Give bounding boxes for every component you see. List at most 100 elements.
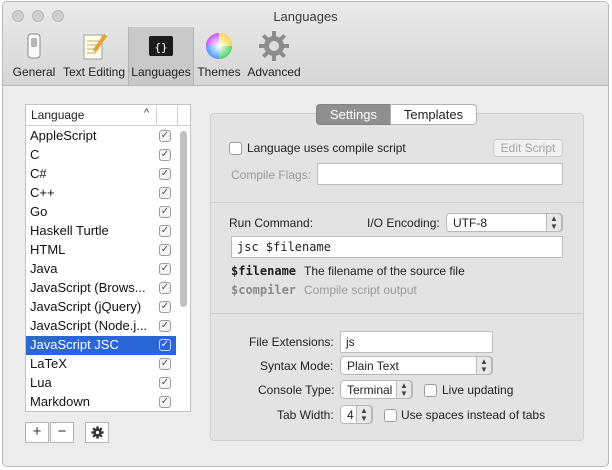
- tab-settings[interactable]: Settings: [316, 104, 391, 125]
- io-encoding-popup[interactable]: UTF-8 ▲ ▼: [446, 213, 563, 232]
- language-list[interactable]: Language ^ AppleScript ✓ C ✓ C# ✓ C++ ✓ Go ✓ Haske…: [25, 104, 191, 412]
- file-extensions-label: File Extensions:: [249, 335, 334, 349]
- braces-icon: {}: [149, 36, 173, 56]
- enabled-checkbox[interactable]: ✓: [159, 149, 171, 161]
- toolbar-text-editing[interactable]: Text Editing: [60, 27, 128, 85]
- syntax-mode-popup[interactable]: Plain Text ▲ ▼: [340, 356, 493, 375]
- filename-description: The filename of the source file: [304, 264, 465, 278]
- edit-script-button[interactable]: Edit Script: [493, 139, 563, 157]
- list-item[interactable]: C# ✓: [26, 165, 176, 184]
- list-item[interactable]: Haskell Turtle ✓: [26, 222, 176, 241]
- enabled-checkbox[interactable]: ✓: [159, 130, 171, 142]
- toolbar-general[interactable]: General: [9, 27, 59, 85]
- updown-arrows-icon: ▲ ▼: [476, 356, 492, 375]
- gear-icon: [259, 31, 289, 61]
- list-item[interactable]: Go ✓: [26, 203, 176, 222]
- updown-arrows-icon: ▲ ▼: [396, 380, 412, 399]
- toolbar-themes-label: Themes: [197, 65, 241, 79]
- enabled-checkbox[interactable]: ✓: [159, 282, 171, 294]
- language-name: Haskell Turtle: [30, 223, 109, 238]
- syntax-mode-value: Plain Text: [347, 359, 399, 373]
- language-name: HTML: [30, 242, 66, 257]
- language-name: Lua: [30, 375, 52, 390]
- enabled-checkbox[interactable]: ✓: [159, 358, 171, 370]
- list-item[interactable]: C++ ✓: [26, 184, 176, 203]
- list-item[interactable]: Markdown ✓: [26, 393, 176, 412]
- language-name: JavaScript JSC: [30, 337, 119, 352]
- section-divider: [210, 202, 584, 203]
- toolbar-languages-label: Languages: [131, 65, 191, 79]
- enabled-checkbox[interactable]: ✓: [159, 244, 171, 256]
- preferences-window: Languages General Text Editing {} Langua…: [2, 1, 609, 467]
- toolbar-text-editing-label: Text Editing: [62, 65, 126, 79]
- live-updating-checkbox[interactable]: [424, 384, 437, 397]
- list-item[interactable]: HTML ✓: [26, 241, 176, 260]
- list-item[interactable]: C ✓: [26, 146, 176, 165]
- list-item[interactable]: JavaScript (Node.j... ✓: [26, 317, 176, 336]
- svg-text:{}: {}: [154, 41, 167, 54]
- column-divider: [177, 105, 178, 126]
- toolbar-themes[interactable]: Themes: [195, 27, 243, 85]
- list-item[interactable]: JavaScript (Brows... ✓: [26, 279, 176, 298]
- updown-arrows-icon: ▲ ▼: [546, 213, 562, 232]
- tab-templates[interactable]: Templates: [390, 104, 477, 125]
- tab-width-stepper[interactable]: 4 ▲ ▼: [340, 405, 373, 424]
- language-name: JavaScript (jQuery): [30, 299, 142, 314]
- enabled-checkbox[interactable]: ✓: [159, 377, 171, 389]
- list-item[interactable]: Lua ✓: [26, 374, 176, 393]
- language-name: JavaScript (Brows...: [30, 280, 146, 295]
- window-title: Languages: [273, 9, 338, 24]
- enabled-checkbox[interactable]: ✓: [159, 263, 171, 275]
- language-name: AppleScript: [30, 128, 97, 143]
- run-command-field[interactable]: jsc $filename: [231, 236, 563, 258]
- enabled-checkbox[interactable]: ✓: [159, 225, 171, 237]
- io-encoding-value: UTF-8: [453, 216, 487, 230]
- compile-flags-field[interactable]: [317, 163, 563, 185]
- list-item[interactable]: LaTeX ✓: [26, 355, 176, 374]
- color-wheel-icon: [206, 33, 232, 59]
- toolbar-advanced[interactable]: Advanced: [245, 27, 303, 85]
- console-type-popup[interactable]: Terminal ▲ ▼: [340, 380, 413, 399]
- switch-icon: [27, 33, 41, 59]
- enabled-checkbox[interactable]: ✓: [159, 187, 171, 199]
- remove-language-button[interactable]: −: [50, 422, 74, 443]
- enabled-checkbox[interactable]: ✓: [159, 339, 171, 351]
- enabled-checkbox[interactable]: ✓: [159, 320, 171, 332]
- toolbar-general-label: General: [12, 65, 56, 79]
- language-actions-button[interactable]: [85, 422, 109, 443]
- toolbar-languages[interactable]: {} Languages: [128, 27, 194, 85]
- tab-width-value: 4: [347, 408, 354, 422]
- use-spaces-label: Use spaces instead of tabs: [401, 408, 546, 422]
- list-header: Language ^: [26, 105, 190, 126]
- titlebar: Languages General Text Editing {} Langua…: [3, 2, 608, 86]
- list-item[interactable]: JavaScript JSC ✓: [26, 336, 176, 355]
- language-column-header[interactable]: Language: [31, 108, 84, 122]
- enabled-checkbox[interactable]: ✓: [159, 168, 171, 180]
- language-name: C#: [30, 166, 47, 181]
- sort-ascending-icon[interactable]: ^: [144, 107, 149, 119]
- use-spaces-checkbox[interactable]: [384, 409, 397, 422]
- list-item[interactable]: AppleScript ✓: [26, 127, 176, 146]
- toolbar-advanced-label: Advanced: [247, 65, 301, 79]
- syntax-mode-label: Syntax Mode:: [260, 359, 334, 373]
- run-command-label: Run Command:: [229, 216, 314, 230]
- enabled-checkbox[interactable]: ✓: [159, 396, 171, 408]
- tab-width-label: Tab Width:: [277, 408, 334, 422]
- notepad-pencil-icon: [83, 33, 108, 60]
- file-extensions-field[interactable]: js: [340, 331, 493, 353]
- list-item[interactable]: Java ✓: [26, 260, 176, 279]
- language-name: C++: [30, 185, 55, 200]
- list-item[interactable]: JavaScript (jQuery) ✓: [26, 298, 176, 317]
- compiler-description: Compile script output: [304, 283, 417, 297]
- gear-icon: [90, 426, 104, 439]
- compile-flags-label: Compile Flags:: [231, 168, 312, 182]
- list-scrollbar[interactable]: [180, 131, 187, 307]
- updown-arrows-icon[interactable]: ▲ ▼: [356, 405, 372, 424]
- enabled-checkbox[interactable]: ✓: [159, 206, 171, 218]
- uses-compile-label: Language uses compile script: [247, 141, 406, 155]
- enabled-checkbox[interactable]: ✓: [159, 301, 171, 313]
- add-language-button[interactable]: +: [25, 422, 49, 443]
- language-name: Go: [30, 204, 48, 219]
- language-rows: AppleScript ✓ C ✓ C# ✓ C++ ✓ Go ✓ Haskell Turtle ✓ H…: [26, 127, 176, 412]
- uses-compile-checkbox[interactable]: [229, 142, 242, 155]
